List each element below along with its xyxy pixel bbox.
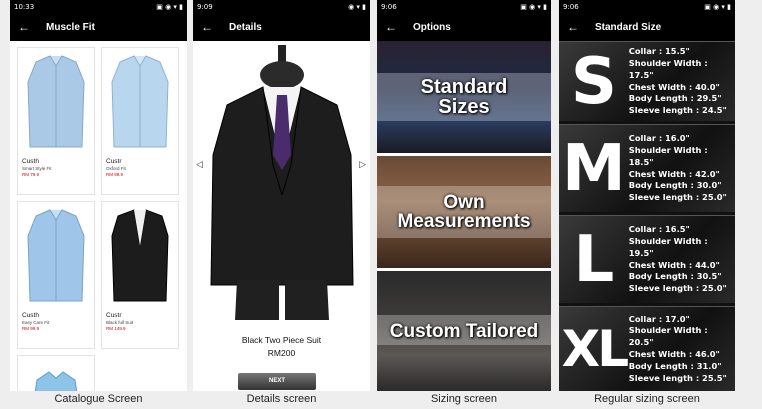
spec-chest: Chest Width : 46.0" — [628, 349, 720, 359]
next-button[interactable]: NEXT — [238, 373, 316, 390]
spec-collar: Collar : 15.5" — [628, 46, 690, 57]
size-specs: Collar : 16.5" Shoulder Width : 19.5" Ch… — [629, 224, 735, 295]
product-name: Custh — [22, 158, 39, 165]
spec-sleeve: Sleeve length : 24.5" — [628, 105, 727, 116]
spec-shoulder: Shoulder Width : 20.5" — [628, 325, 708, 348]
product-price: RM 89.9 — [106, 172, 124, 177]
size-letter: M — [562, 131, 626, 206]
spec-sleeve: Sleeve length : 25.0" — [628, 283, 727, 294]
product-card[interactable]: Custr Black full Suit RM 149.9 — [101, 201, 179, 349]
status-time: 9:06 — [563, 2, 579, 11]
size-letter: L — [573, 222, 615, 297]
spec-collar: Collar : 16.0" — [628, 133, 690, 144]
details-phone: 9:09 ◉ ▾ ▮ ← Details ◁ ▷ Black Two Piece… — [193, 0, 370, 391]
spec-body: Body Length : 31.0" — [628, 360, 722, 371]
status-time: 9:09 — [197, 2, 213, 11]
status-icons: ▣ ◉ ▾ ▮ — [704, 2, 731, 11]
details-body: ◁ ▷ Black Two Piece Suit RM200 NEXT — [193, 41, 370, 391]
size-letter: XL — [561, 320, 629, 378]
product-name: Custr — [106, 312, 122, 319]
black-suit-image — [102, 202, 178, 310]
details-caption: Details screen — [246, 393, 317, 405]
product-grid: Custh Smart Style Fit RM 79.9 Custr Oxfo… — [10, 41, 187, 391]
size-specs: Collar : 15.5" Shoulder Width : 17.5" Ch… — [629, 46, 735, 117]
spec-shoulder: Shoulder Width : 18.5" — [628, 144, 708, 167]
status-bar: 9:09 ◉ ▾ ▮ — [193, 0, 370, 13]
status-time: 10:33 — [14, 2, 35, 11]
status-bar: 10:33 ▣ ◉ ▾ ▮ — [10, 0, 187, 13]
product-name: Custr — [106, 158, 122, 165]
status-icons: ▣ ◉ ▾ ▮ — [156, 2, 183, 11]
product-name: Custh — [22, 312, 39, 319]
option-custom-tailored[interactable]: Custom Tailored — [377, 271, 551, 391]
app-bar: ← Standard Size — [559, 13, 735, 41]
product-title: Black Two Piece Suit — [241, 335, 322, 345]
product-card[interactable]: Custh Smart Style Fit RM 79.9 — [17, 47, 95, 195]
options-phone: 9:06 ▣ ◉ ▾ ▮ ← Options Standard Sizes Ow… — [377, 0, 551, 391]
spec-shoulder: Shoulder Width : 17.5" — [628, 57, 708, 80]
option-own-measurements[interactable]: Own Measurements — [377, 156, 551, 268]
previous-arrow-icon[interactable]: ◁ — [196, 159, 203, 170]
product-card[interactable] — [17, 355, 95, 391]
spec-body: Body Length : 30.0" — [628, 180, 722, 191]
spec-sleeve: Sleeve length : 25.0" — [628, 192, 727, 203]
page-title: Details — [229, 21, 262, 33]
size-letter: S — [570, 44, 617, 119]
page-title: Muscle Fit — [46, 21, 95, 33]
spec-chest: Chest Width : 40.0" — [628, 81, 720, 92]
product-price: RM 99.9 — [22, 326, 40, 331]
option-label: Own Measurements — [397, 192, 531, 232]
size-specs: Collar : 16.0" Shoulder Width : 18.5" Ch… — [629, 133, 735, 204]
suit-image — [207, 45, 357, 335]
option-label: Standard Sizes — [420, 76, 508, 118]
product-card[interactable]: Custh Easy Care Fit RM 99.9 — [17, 201, 95, 349]
light-blue-jacket-image — [18, 356, 94, 391]
sizes-phone: 9:06 ▣ ◉ ▾ ▮ ← Standard Size S Collar : … — [559, 0, 735, 391]
option-label: Custom Tailored — [389, 320, 539, 342]
back-arrow-icon[interactable]: ← — [18, 20, 30, 34]
spec-shoulder: Shoulder Width : 19.5" — [628, 235, 708, 258]
product-price: RM 149.9 — [106, 326, 126, 331]
page-title: Standard Size — [595, 21, 662, 33]
back-arrow-icon[interactable]: ← — [385, 20, 397, 34]
status-icons: ▣ ◉ ▾ ▮ — [520, 2, 547, 11]
product-price: RM 79.9 — [22, 172, 40, 177]
light-blue-shirt-image — [102, 48, 178, 156]
spec-collar: Collar : 16.5" — [628, 224, 690, 235]
size-specs: Collar : 17.0" Shoulder Width : 20.5" Ch… — [629, 314, 735, 385]
options-caption: Sizing screen — [430, 393, 498, 405]
page-title: Options — [413, 21, 451, 33]
light-blue-shirt-image — [18, 202, 94, 310]
size-option-xl[interactable]: XL Collar : 17.0" Shoulder Width : 20.5"… — [559, 306, 735, 391]
product-card[interactable]: Custr Oxford Fit RM 89.9 — [101, 47, 179, 195]
catalogue-caption: Catalogue Screen — [54, 393, 143, 405]
spec-chest: Chest Width : 44.0" — [628, 259, 720, 270]
app-bar: ← Muscle Fit — [10, 13, 187, 41]
spec-sleeve: Sleeve length : 25.5" — [628, 372, 727, 383]
spec-body: Body Length : 29.5" — [628, 93, 722, 104]
app-bar: ← Details — [193, 13, 370, 41]
status-bar: 9:06 ▣ ◉ ▾ ▮ — [559, 0, 735, 13]
spec-collar: Collar : 17.0" — [628, 313, 690, 324]
size-option-m[interactable]: M Collar : 16.0" Shoulder Width : 18.5" … — [559, 124, 735, 212]
spec-body: Body Length : 30.5" — [628, 271, 722, 282]
status-time: 9:06 — [381, 2, 397, 11]
status-bar: 9:06 ▣ ◉ ▾ ▮ — [377, 0, 551, 13]
sizes-caption: Regular sizing screen — [594, 393, 700, 405]
spec-chest: Chest Width : 42.0" — [628, 168, 720, 179]
light-blue-shirt-image — [18, 48, 94, 156]
app-bar: ← Options — [377, 13, 551, 41]
next-arrow-icon[interactable]: ▷ — [359, 159, 366, 170]
back-arrow-icon[interactable]: ← — [201, 20, 213, 34]
status-icons: ◉ ▾ ▮ — [348, 2, 366, 11]
catalogue-phone: 10:33 ▣ ◉ ▾ ▮ ← Muscle Fit Custh Smart S… — [10, 0, 187, 391]
back-arrow-icon[interactable]: ← — [567, 20, 579, 34]
product-price: RM200 — [267, 348, 296, 358]
size-option-l[interactable]: L Collar : 16.5" Shoulder Width : 19.5" … — [559, 215, 735, 303]
option-standard-sizes[interactable]: Standard Sizes — [377, 41, 551, 153]
size-option-s[interactable]: S Collar : 15.5" Shoulder Width : 17.5" … — [559, 41, 735, 121]
